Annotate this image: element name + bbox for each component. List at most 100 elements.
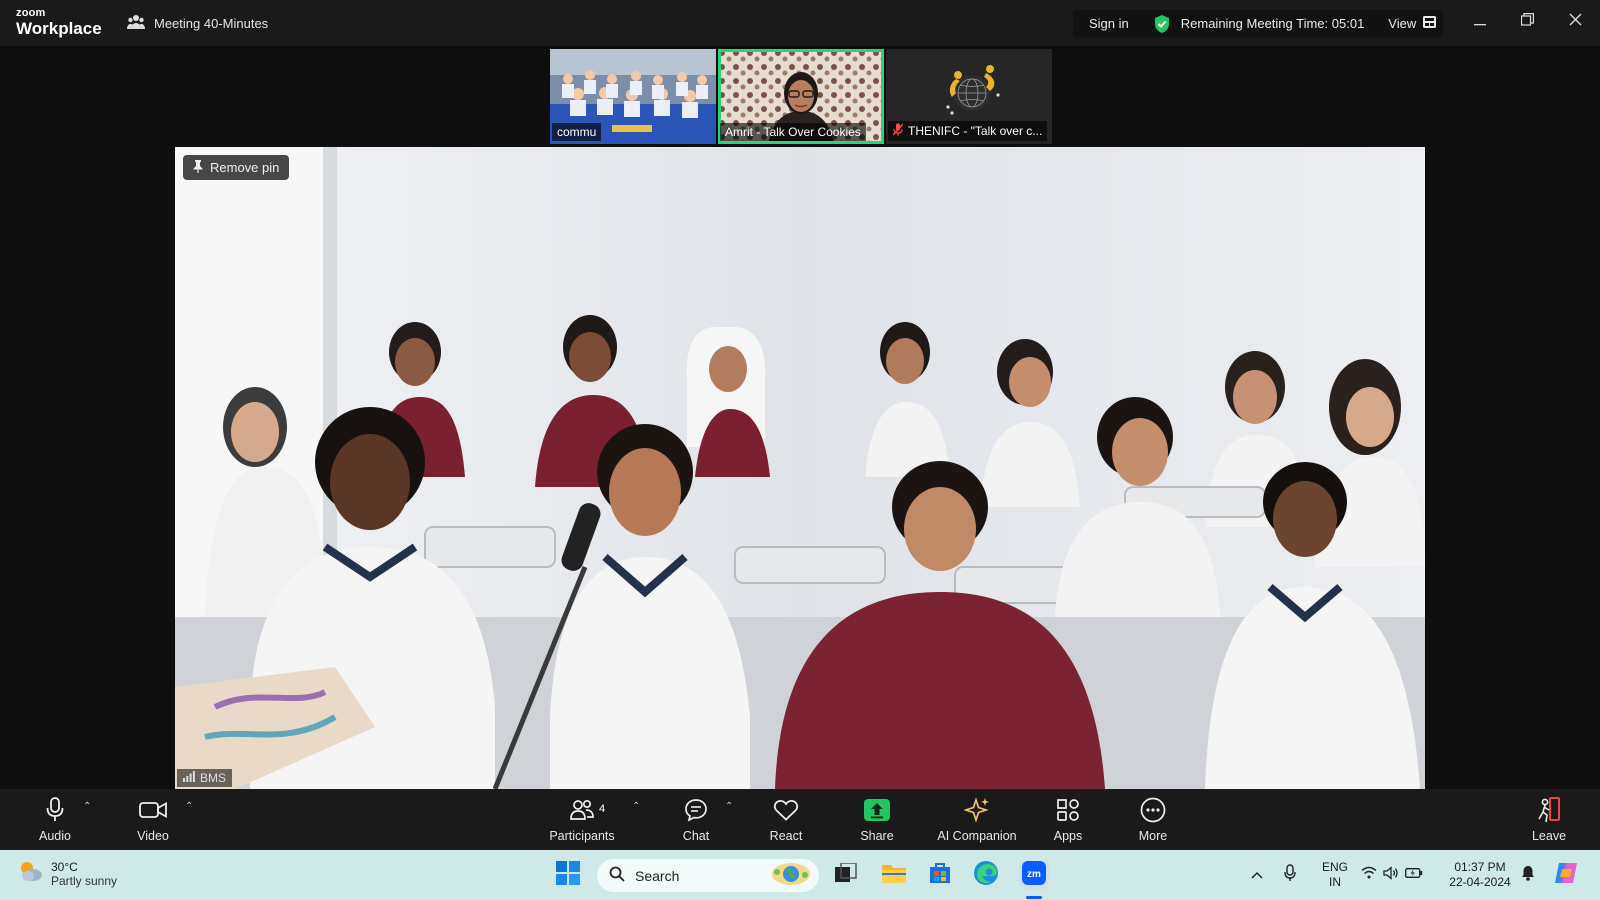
sparkle-icon	[964, 795, 990, 825]
audio-button[interactable]: Audio	[34, 795, 76, 847]
remove-pin-button[interactable]: Remove pin	[183, 155, 290, 180]
earth-day-search-icon	[771, 862, 811, 889]
view-button[interactable]: View	[1388, 16, 1437, 31]
minimize-icon	[1474, 13, 1486, 31]
thumbnail-caption: Amrit - Talk Over Cookies	[720, 123, 866, 141]
volume-icon	[1383, 865, 1399, 885]
video-name-tag: BMS	[177, 769, 233, 787]
file-explorer-button[interactable]	[881, 862, 907, 888]
ai-companion-label: AI Companion	[937, 829, 1017, 843]
show-hidden-icons-button[interactable]	[1249, 862, 1265, 888]
close-icon	[1569, 13, 1582, 31]
notifications-button[interactable]	[1517, 862, 1539, 888]
classroom-video-feed	[175, 147, 1425, 789]
chevron-up-icon	[1251, 866, 1263, 884]
folder-icon	[881, 862, 907, 889]
thumbnail-strip: commu Amrit - Talk Over Cookies THENIFC …	[550, 49, 1052, 144]
quick-settings-button[interactable]	[1361, 862, 1423, 888]
task-view-icon	[835, 861, 857, 888]
audio-label: Audio	[39, 829, 71, 843]
participant-thumbnail[interactable]: commu	[550, 49, 716, 144]
video-options-caret[interactable]: ⌃	[185, 801, 193, 812]
view-label: View	[1388, 16, 1417, 31]
brand-bottom: Workplace	[16, 19, 102, 38]
more-button[interactable]: More	[1136, 795, 1170, 847]
chat-bubble-icon	[684, 795, 708, 825]
leave-label: Leave	[1531, 829, 1567, 843]
close-window-button[interactable]	[1559, 8, 1591, 36]
language-region: IN	[1329, 875, 1341, 889]
copilot-button[interactable]	[1553, 862, 1579, 888]
leave-button[interactable]: Leave	[1531, 795, 1567, 847]
participants-icon	[570, 795, 594, 825]
video-label: Video	[137, 829, 169, 843]
chat-options-caret[interactable]: ⌃	[725, 801, 733, 812]
participants-count: 4	[599, 803, 606, 815]
windows-start-button[interactable]	[555, 860, 581, 890]
react-button[interactable]: React	[767, 795, 805, 847]
share-screen-icon	[864, 795, 890, 825]
edge-browser-button[interactable]	[973, 860, 999, 891]
audio-options-caret[interactable]: ⌃	[83, 801, 91, 812]
sign-in-button[interactable]: Sign in	[1089, 16, 1129, 31]
apps-button[interactable]: Apps	[1051, 795, 1085, 847]
language-code: ENG	[1321, 860, 1348, 874]
microphone-tray-icon	[1284, 863, 1296, 887]
remove-pin-label: Remove pin	[210, 160, 280, 175]
copilot-icon	[1553, 861, 1579, 890]
edge-icon	[973, 860, 999, 891]
wifi-icon	[1361, 866, 1377, 884]
weather-condition: Partly sunny	[51, 873, 118, 888]
thumbnail-name: commu	[557, 125, 597, 139]
ai-companion-button[interactable]: AI Companion	[932, 795, 1022, 847]
title-bar: zoom Workplace Meeting 40-Minutes Sign i…	[0, 0, 1600, 46]
pin-icon	[193, 159, 203, 176]
microphone-tray-button[interactable]	[1281, 862, 1299, 888]
thumbnail-name: THENIFC - "Talk over c...	[908, 124, 1043, 138]
video-button[interactable]: Video	[132, 795, 174, 847]
meeting-label: Meeting 40-Minutes	[154, 16, 269, 31]
participant-thumbnail[interactable]: THENIFC - "Talk over c...	[886, 49, 1052, 144]
windows-logo-icon	[556, 860, 580, 890]
meeting-toolbar: Audio ⌃ Video ⌃ Participants 4 ⌃ Chat ⌃ …	[0, 789, 1600, 850]
active-app-indicator	[1026, 896, 1042, 899]
more-dots-icon	[1140, 795, 1166, 825]
titlebar-right-group: Sign in Remaining Meeting Time: 05:01 Vi…	[1073, 10, 1443, 37]
video-camera-icon	[139, 795, 167, 825]
share-label: Share	[860, 829, 894, 843]
weather-widget[interactable]: 30°C Partly sunny	[17, 859, 117, 888]
participants-label: Participants	[549, 829, 615, 843]
heart-icon	[773, 795, 799, 825]
restore-button[interactable]	[1511, 8, 1543, 36]
chat-button[interactable]: Chat	[678, 795, 714, 847]
pinned-video: Remove pin BMS	[175, 147, 1425, 789]
microsoft-store-button[interactable]	[927, 862, 953, 888]
bell-icon	[1521, 865, 1535, 886]
thumbnail-caption: THENIFC - "Talk over c...	[888, 121, 1048, 141]
zoom-logo: zoom Workplace	[16, 8, 102, 38]
chat-label: Chat	[682, 829, 710, 843]
more-label: More	[1138, 829, 1168, 843]
svg-text:zm: zm	[1027, 869, 1041, 880]
grid-view-icon	[1423, 16, 1437, 31]
windows-taskbar: 30°C Partly sunny Search zm ENG IN 01:37…	[0, 850, 1600, 900]
encryption-shield-icon[interactable]	[1153, 14, 1171, 34]
thumbnail-name: Amrit - Talk Over Cookies	[725, 125, 861, 139]
participant-thumbnail-active[interactable]: Amrit - Talk Over Cookies	[718, 49, 884, 144]
leave-door-icon	[1537, 795, 1561, 825]
search-placeholder: Search	[635, 867, 680, 884]
clock[interactable]: 01:37 PM 22-04-2024	[1444, 860, 1516, 890]
zoom-app-icon: zm	[1022, 860, 1046, 890]
zoom-taskbar-button[interactable]: zm	[1019, 860, 1049, 890]
language-indicator[interactable]: ENG IN	[1318, 860, 1352, 890]
meeting-info[interactable]: Meeting 40-Minutes	[127, 14, 268, 33]
minimize-button[interactable]	[1464, 8, 1496, 36]
signal-strength-icon	[183, 771, 195, 785]
share-button[interactable]: Share	[858, 795, 896, 847]
participants-options-caret[interactable]: ⌃	[632, 801, 640, 812]
muted-mic-icon	[892, 123, 904, 139]
store-bag-icon	[928, 861, 952, 890]
taskbar-search[interactable]: Search	[597, 859, 819, 892]
participants-button[interactable]: Participants	[545, 795, 619, 847]
task-view-button[interactable]	[833, 861, 859, 888]
